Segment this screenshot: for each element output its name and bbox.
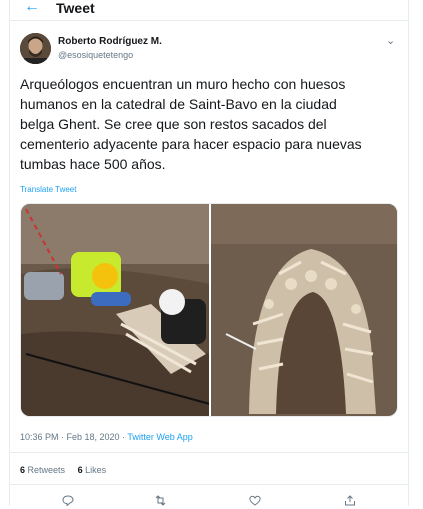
page-title: Tweet: [56, 0, 95, 16]
arrow-left-icon[interactable]: ←: [24, 0, 40, 16]
retweet-icon[interactable]: [154, 495, 167, 509]
likes-stat[interactable]: 6 Likes: [78, 465, 107, 475]
stats-divider: [10, 484, 408, 485]
header-divider: [10, 20, 408, 21]
chevron-down-icon[interactable]: ⌄: [386, 34, 395, 47]
author-name[interactable]: Roberto Rodríguez M.: [58, 36, 162, 47]
like-icon[interactable]: [249, 495, 261, 509]
tweet-text: Arqueólogos encuentran un muro hecho con…: [20, 76, 362, 172]
timestamp-text[interactable]: 10:36 PM · Feb 18, 2020 ·: [20, 432, 127, 442]
share-icon[interactable]: [344, 495, 356, 509]
meta-divider: [10, 452, 408, 453]
retweets-stat[interactable]: 6 Retweets: [20, 465, 65, 475]
retweets-label: Retweets: [25, 465, 66, 475]
author-handle[interactable]: @esosiquetetengo: [58, 50, 133, 60]
reply-icon[interactable]: [62, 495, 74, 509]
source-app-link[interactable]: Twitter Web App: [127, 432, 192, 442]
tweet-stats: 6 Retweets 6 Likes: [20, 465, 106, 475]
translate-tweet-link[interactable]: Translate Tweet: [20, 185, 76, 194]
likes-label: Likes: [82, 465, 107, 475]
excavation-photo-left[interactable]: [21, 204, 211, 417]
tweet-timestamp: 10:36 PM · Feb 18, 2020 · Twitter Web Ap…: [20, 432, 193, 442]
tweet-actions: [10, 495, 408, 509]
tweet-media[interactable]: [20, 203, 398, 417]
tweet-header: ← Tweet: [10, 0, 408, 20]
avatar[interactable]: [20, 33, 51, 64]
bone-wall-photo-right[interactable]: [211, 204, 398, 417]
